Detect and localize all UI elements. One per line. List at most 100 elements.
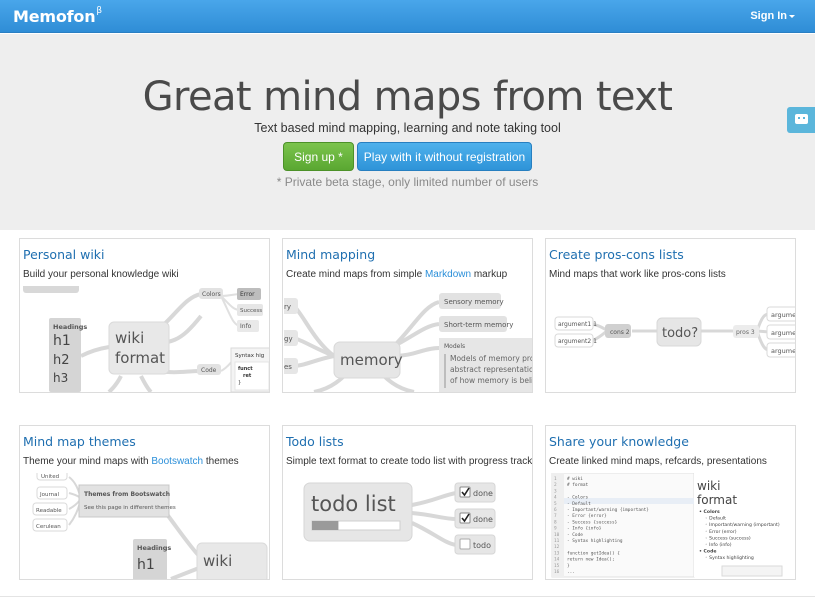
editor-line: function getIdea() { bbox=[567, 550, 620, 556]
card-description: Create linked mind maps, refcards, prese… bbox=[549, 456, 767, 467]
preview-item: ◦ Error (error) bbox=[705, 529, 737, 535]
top-navbar: Memofonβ Sign In bbox=[0, 0, 815, 33]
play-without-registration-button[interactable]: Play with it without registration bbox=[357, 142, 532, 171]
editor-line: # wiki bbox=[567, 476, 583, 482]
footer-divider bbox=[0, 596, 815, 597]
card-title[interactable]: Personal wiki bbox=[23, 247, 105, 262]
preview-item: ◦ Default bbox=[705, 516, 726, 522]
card-description: Create mind maps from simple Markdown ma… bbox=[286, 269, 508, 280]
thumb-pro-arg-3: argumen bbox=[771, 347, 795, 355]
thumb-theme-united: United bbox=[41, 474, 59, 480]
thumb-argument2: argument2 1 bbox=[558, 338, 597, 345]
card-description: Simple text format to create todo list w… bbox=[286, 456, 533, 467]
card-thumbnail: todo list done done todo bbox=[284, 473, 532, 579]
editor-line-number: 5 bbox=[554, 501, 557, 507]
brand-logo[interactable]: Memofonβ bbox=[13, 6, 102, 26]
editor-line-number: 10 bbox=[554, 532, 560, 538]
card-thumbnail: Headings h1 h2 h3 wiki format Colors Err… bbox=[21, 286, 269, 392]
thumb-branch-sensory: Sensory memory bbox=[444, 298, 504, 306]
card-title[interactable]: Share your knowledge bbox=[549, 434, 689, 449]
thumb-code: Code bbox=[201, 367, 217, 374]
thumb-center: todo? bbox=[662, 326, 698, 341]
card-title[interactable]: Mind map themes bbox=[23, 434, 136, 449]
editor-line-number: 8 bbox=[554, 519, 557, 525]
thumb-cons: cons 2 bbox=[610, 329, 630, 336]
chat-icon bbox=[795, 114, 808, 124]
thumb-pros: pros 3 bbox=[736, 329, 755, 336]
thumb-todo-item-1: done bbox=[473, 489, 493, 498]
editor-line: - Info {info} bbox=[567, 526, 602, 532]
editor-line-number: 11 bbox=[554, 538, 560, 544]
feedback-tab[interactable] bbox=[787, 107, 815, 133]
editor-line: ... bbox=[567, 570, 575, 575]
feature-card-pros-cons[interactable]: Create pros-cons lists Mind maps that wo… bbox=[545, 238, 796, 393]
preview-item: ◦ Syntax highlighting bbox=[705, 555, 754, 561]
editor-line: } bbox=[567, 563, 570, 569]
editor-line-number: 3 bbox=[554, 488, 557, 494]
editor-line: - Code bbox=[567, 532, 583, 538]
thumb-pro-arg-2: argumen bbox=[771, 329, 795, 337]
preview-item: ◦ Important/warning (important) bbox=[705, 522, 780, 528]
preview-item: ◦ Info (info) bbox=[705, 542, 732, 548]
sign-up-button[interactable]: Sign up * bbox=[283, 142, 354, 171]
thumb-theme-journal: Journal bbox=[39, 492, 59, 498]
thumb-branch-models: Models bbox=[444, 343, 465, 350]
thumb-heading-2: h2 bbox=[53, 353, 70, 368]
thumb-info: Info bbox=[240, 323, 252, 330]
thumb-center: memory bbox=[340, 351, 403, 369]
thumb-left-stub-1: ry bbox=[284, 303, 291, 311]
beta-note: * Private beta stage, only limited numbe… bbox=[276, 175, 539, 189]
thumb-center-line2: format bbox=[115, 349, 165, 367]
editor-line: - Error {error} bbox=[567, 513, 607, 519]
thumb-code-line2: ret bbox=[243, 373, 252, 379]
thumb-left-stub-2: gy bbox=[284, 335, 293, 343]
editor-line-number: 13 bbox=[554, 550, 560, 556]
card-thumbnail: 1 # wiki 2 # format 3 4 - Colors 5 - Default 6 -… bbox=[547, 473, 795, 579]
thumb-preview-title-1: wiki bbox=[697, 479, 720, 493]
editor-line: - Default bbox=[567, 501, 591, 507]
feature-card-personal-wiki[interactable]: Personal wiki Build your personal knowle… bbox=[19, 238, 270, 393]
bootswatch-link[interactable]: Bootswatch bbox=[151, 456, 203, 467]
preview-item: • Colors bbox=[699, 509, 720, 515]
thumb-colors: Colors bbox=[202, 291, 221, 298]
card-title[interactable]: Todo lists bbox=[286, 434, 344, 449]
markdown-link[interactable]: Markdown bbox=[425, 269, 471, 280]
editor-line-number: 1 bbox=[554, 476, 557, 482]
thumb-success: Success bbox=[240, 308, 262, 314]
sign-in-dropdown[interactable]: Sign In bbox=[750, 10, 795, 22]
thumb-h1: h1 bbox=[137, 557, 155, 573]
card-thumbnail: ry gy es memory Sensory memory Short-ter… bbox=[284, 286, 532, 392]
thumb-left-stub-3: es bbox=[284, 363, 292, 371]
feature-card-mind-mapping[interactable]: Mind mapping Create mind maps from simpl… bbox=[282, 238, 533, 393]
editor-line: - Syntax highlighting bbox=[567, 538, 623, 544]
hero-tagline: Text based mind mapping, learning and no… bbox=[254, 121, 561, 135]
thumb-model-text-1: Models of memory pro bbox=[450, 354, 532, 363]
card-thumbnail: United Journal Readable Cerulean Themes … bbox=[21, 473, 269, 579]
preview-item: • Code bbox=[699, 549, 716, 555]
card-description: Theme your mind maps with Bootswatch the… bbox=[23, 456, 239, 467]
editor-line: return new Idea(); bbox=[567, 557, 615, 563]
card-title[interactable]: Create pros-cons lists bbox=[549, 247, 684, 262]
card-thumbnail: argument1 1 argument2 1 cons 2 todo? pro… bbox=[547, 286, 795, 392]
thumb-todo-item-2: done bbox=[473, 515, 493, 524]
thumb-todo-item-3: todo bbox=[473, 541, 491, 550]
hero-section: Great mind maps from text Text based min… bbox=[0, 34, 815, 230]
thumb-model-text-2: abstract representatio bbox=[450, 365, 532, 374]
card-title[interactable]: Mind mapping bbox=[286, 247, 375, 262]
thumb-headings-label: Headings bbox=[53, 323, 87, 331]
thumb-progress-fill bbox=[312, 521, 339, 530]
editor-line: - Important/warning {important} bbox=[567, 507, 649, 513]
feature-card-themes[interactable]: Mind map themes Theme your mind maps wit… bbox=[19, 425, 270, 580]
thumb-code-line3: } bbox=[238, 380, 241, 386]
editor-line-number: 12 bbox=[554, 544, 560, 550]
feature-card-todo-lists[interactable]: Todo lists Simple text format to create … bbox=[282, 425, 533, 580]
thumb-center-line1: wiki bbox=[115, 329, 144, 347]
feature-card-share-knowledge[interactable]: Share your knowledge Create linked mind … bbox=[545, 425, 796, 580]
editor-line-number: 9 bbox=[554, 526, 557, 532]
preview-item: ◦ Success (success) bbox=[705, 535, 751, 541]
thumb-theme-readable: Readable bbox=[36, 508, 62, 514]
thumb-branch-short-term: Short-term memory bbox=[444, 321, 513, 329]
thumb-center: todo list bbox=[311, 492, 396, 516]
thumb-center: wiki bbox=[203, 552, 232, 570]
thumb-code-line1: funct bbox=[238, 366, 253, 372]
